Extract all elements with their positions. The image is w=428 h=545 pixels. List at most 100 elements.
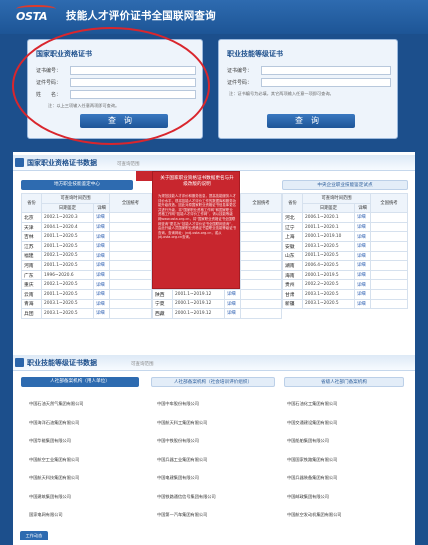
- rename-notice-popup[interactable]: 关于国家职业资格证书数据更名与升级改版的说明 为规范技能人才评价和服务信息，提高…: [152, 171, 240, 289]
- detail-link[interactable]: 详细: [93, 240, 110, 252]
- name-label: 姓 名：: [36, 92, 62, 98]
- detail-link[interactable]: 详细: [93, 298, 110, 310]
- detail-link[interactable]: 详细: [354, 240, 371, 252]
- org-link[interactable]: 中国电建集团有限公司: [157, 475, 199, 481]
- table-row: 上海 2000.1~2019.10 详细: [282, 231, 408, 242]
- national-exam-cell: [240, 231, 282, 242]
- org-link[interactable]: 中国石油天然气集团有限公司: [29, 401, 83, 407]
- detail-link[interactable]: 详细: [354, 269, 371, 281]
- national-exam-cell: [240, 279, 282, 290]
- skill-level-data-subtitle: 可查询范围: [131, 362, 154, 367]
- org-link[interactable]: 中国华能集团有限公司: [29, 438, 71, 444]
- detail-link[interactable]: 详细: [354, 288, 371, 300]
- org-link[interactable]: 中国航天科技集团有限公司: [29, 475, 79, 481]
- table-row: 山东 2001.1~2020.5 详细: [282, 250, 408, 262]
- col-range-right: 可查询时间范围: [302, 193, 371, 204]
- national-exam-cell: [240, 221, 282, 233]
- skill-cert-number-input[interactable]: [261, 66, 391, 75]
- detail-link[interactable]: 详细: [93, 308, 110, 319]
- detail-link[interactable]: 详细: [354, 250, 371, 262]
- detail-link[interactable]: 详细: [354, 279, 371, 290]
- org-link[interactable]: 中国第一汽车集团有限公司: [157, 512, 207, 518]
- certificate-icon: [15, 158, 24, 167]
- province-cell: 新疆: [282, 298, 303, 310]
- province-cell: 江苏: [21, 240, 42, 252]
- qualification-query-button[interactable]: 查询: [80, 114, 168, 128]
- org-link[interactable]: 中国兵器工业集团有限公司: [157, 457, 207, 463]
- detail-link[interactable]: 详细: [93, 288, 110, 300]
- table-row: 陕西 2001.1~2019.12 详细: [152, 288, 282, 300]
- national-exam-cell: [240, 212, 282, 223]
- org-link[interactable]: 中国航天科工集团有限公司: [157, 420, 207, 426]
- date-range-cell: 2001.1~2020.5: [41, 240, 94, 252]
- cert-number-input[interactable]: [70, 66, 196, 75]
- org-link[interactable]: 中国石油化工集团有限公司: [287, 401, 337, 407]
- org-link[interactable]: 中国航空工业集团有限公司: [29, 457, 79, 463]
- detail-link[interactable]: 详细: [354, 231, 371, 242]
- org-link[interactable]: 国家电网有限公司: [29, 512, 63, 518]
- org-link[interactable]: 中国兵器装备集团有限公司: [287, 475, 337, 481]
- national-exam-cell: [109, 288, 152, 300]
- tab-social-training-orgs[interactable]: 人社部备案机构（社会培训评价组织）: [151, 377, 275, 387]
- logo-swoosh-icon: [16, 5, 56, 13]
- detail-link[interactable]: 详细: [93, 212, 110, 223]
- date-range-cell: 2001.1~2019.12: [172, 288, 225, 300]
- table-row: 吉林 2001.1~2020.5 详细: [21, 231, 152, 242]
- date-range-cell: 2001.1~2020.5: [302, 250, 355, 262]
- table-row: 云南 2001.1~2020.5 详细: [21, 288, 152, 300]
- org-link[interactable]: 中国航空发动机集团有限公司: [287, 512, 341, 518]
- qualification-query-panel: 国家职业资格证书 证书编号： 证件号码： 姓 名： 注：以上三项输入任意两项即可…: [27, 39, 203, 139]
- org-link[interactable]: 中国建筑集团有限公司: [29, 494, 71, 500]
- tab-local-centers[interactable]: 地方职业技能鉴定中心: [21, 180, 133, 190]
- province-cell: 宁夏: [152, 298, 173, 310]
- detail-link[interactable]: 详细: [354, 221, 371, 233]
- col-range: 可查询时间范围: [41, 193, 110, 204]
- certificate-icon-2: [15, 358, 24, 367]
- org-link[interactable]: 中国交通建设集团有限公司: [287, 420, 337, 426]
- detail-link[interactable]: 详细: [93, 260, 110, 271]
- detail-link[interactable]: 详细: [354, 212, 371, 223]
- detail-link[interactable]: 详细: [224, 308, 241, 319]
- province-cell: 重庆: [21, 279, 42, 290]
- province-cell: 贵州: [282, 279, 303, 290]
- skill-level-data-bar: 职业技能等级证书数据 可查询范围: [13, 355, 415, 371]
- id-number-input[interactable]: [70, 78, 196, 87]
- col-province: 省份: [21, 192, 42, 214]
- name-row: 姓 名：: [36, 90, 196, 99]
- national-exam-cell: [240, 250, 282, 262]
- skill-id-number-label: 证件号码：: [227, 80, 253, 86]
- date-range-cell: 2002.1~2020.5: [41, 279, 94, 290]
- date-range-cell: 2000.1~2019.12: [172, 298, 225, 310]
- name-input[interactable]: [70, 90, 196, 99]
- org-link[interactable]: 中国海洋石油集团有限公司: [29, 420, 79, 426]
- org-link[interactable]: 中国邮政集团有限公司: [287, 494, 329, 500]
- detail-link[interactable]: 详细: [224, 298, 241, 310]
- detail-link[interactable]: 详细: [354, 298, 371, 310]
- org-link[interactable]: 中国铁路通信信号集团有限公司: [157, 494, 216, 500]
- national-exam-cell: [240, 288, 282, 300]
- detail-link[interactable]: 详细: [224, 288, 241, 300]
- tab-employer-orgs[interactable]: 人社部备案机构（用人单位）: [21, 377, 139, 387]
- detail-link[interactable]: 详细: [93, 269, 110, 281]
- tab-provincial-orgs[interactable]: 省级人社部门备案机构: [284, 377, 404, 387]
- table-row: 青海 2003.1~2020.5 详细: [21, 298, 152, 310]
- national-exam-cell: [370, 221, 408, 233]
- skill-level-query-button[interactable]: 查询: [267, 114, 355, 128]
- org-link[interactable]: 中国中车股份有限公司: [157, 401, 199, 407]
- org-link[interactable]: 中国国家铁路集团有限公司: [287, 457, 337, 463]
- work-news-tab[interactable]: 工作动态: [20, 531, 48, 540]
- detail-link[interactable]: 详细: [354, 260, 371, 271]
- osta-logo[interactable]: OSTA: [16, 5, 56, 25]
- detail-link[interactable]: 详细: [93, 250, 110, 262]
- detail-link[interactable]: 详细: [93, 221, 110, 233]
- tab-central-enterprises[interactable]: 中央企业职业技能鉴定试点: [282, 180, 408, 190]
- col-national: 全国统考: [109, 192, 152, 214]
- table-row: 北京 2002.1~2020.3 详细: [21, 212, 152, 223]
- date-range-cell: 2002.1~2020.3: [41, 212, 94, 223]
- detail-link[interactable]: 详细: [93, 231, 110, 242]
- table-row: 河南 2001.1~2020.5 详细: [21, 260, 152, 271]
- detail-link[interactable]: 详细: [93, 279, 110, 290]
- org-link[interactable]: 中国中铁股份有限公司: [157, 438, 199, 444]
- org-link[interactable]: 中国船舶集团有限公司: [287, 438, 329, 444]
- skill-id-number-input[interactable]: [261, 78, 391, 87]
